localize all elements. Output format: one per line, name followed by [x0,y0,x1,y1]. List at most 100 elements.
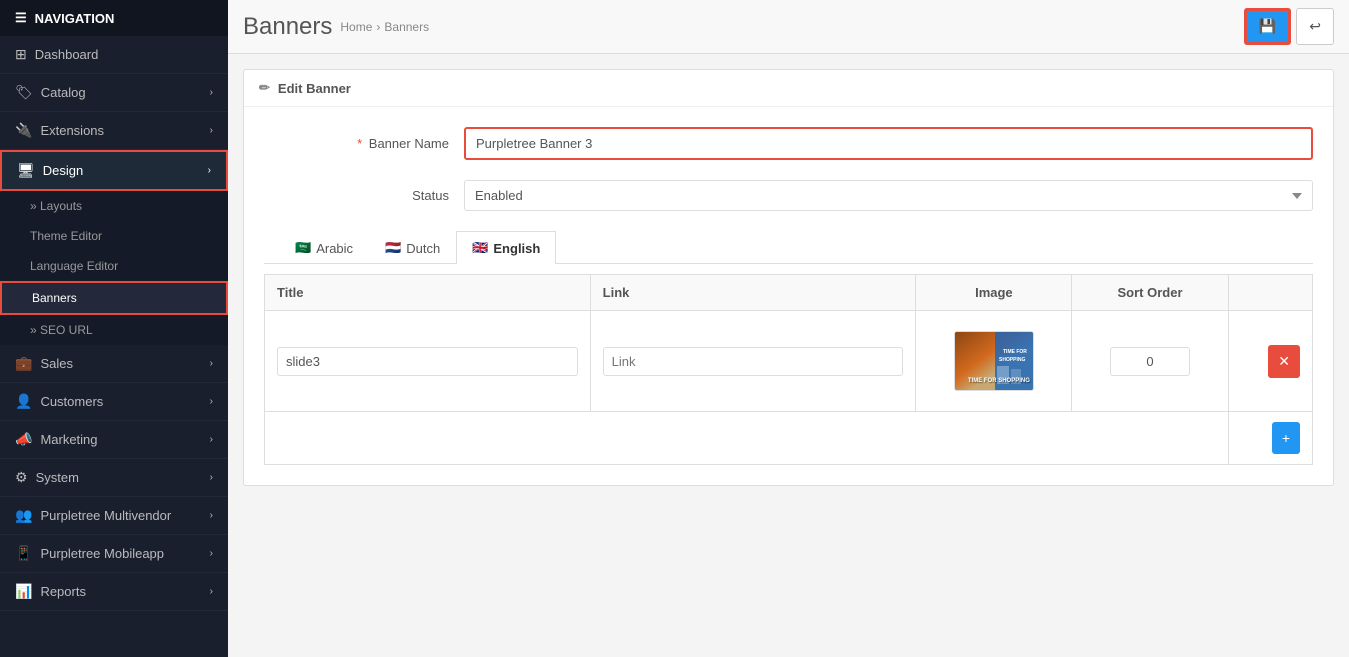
sidebar-sub-label: Theme Editor [30,229,102,243]
sidebar-item-label: Marketing [40,432,97,447]
sidebar-item-system[interactable]: ⚙ System › [0,459,228,497]
sidebar-item-purpletree-mobileapp[interactable]: 📱 Purpletree Mobileapp › [0,535,228,573]
sidebar-item-extensions[interactable]: 🔌 Extensions › [0,112,228,150]
banner-name-input[interactable] [464,127,1313,160]
col-image: Image [916,275,1072,311]
main-content: Banners Home › Banners 💾 ↩ ✏ Edit Banner [228,0,1349,657]
sidebar-sub-label: Banners [32,291,77,305]
chevron-right-icon: › [210,396,213,407]
empty-add-cell [265,412,1229,465]
col-actions [1228,275,1312,311]
svg-text:SHOPPING: SHOPPING [999,357,1026,363]
sidebar-item-label: Extensions [40,123,104,138]
sort-order-input[interactable] [1110,347,1190,376]
sidebar-item-banners[interactable]: Banners [0,281,228,315]
title-cell [265,311,591,412]
banner-name-label: * Banner Name [264,136,464,151]
sidebar-item-catalog[interactable]: 🏷 Catalog › [0,74,228,112]
chevron-right-icon: › [210,548,213,559]
sidebar-item-marketing[interactable]: 📣 Marketing › [0,421,228,459]
svg-text:TIME FOR: TIME FOR [1003,349,1027,355]
breadcrumb: Home › Banners [340,20,429,34]
save-button[interactable]: 💾 [1244,8,1291,45]
col-sort-order: Sort Order [1072,275,1228,311]
toolbar-actions: 💾 ↩ [1244,8,1334,45]
banner-name-group: * Banner Name [264,127,1313,160]
sidebar-sub-label: Language Editor [30,259,118,273]
sidebar-item-label: Purpletree Mobileapp [40,546,164,561]
sidebar-item-label: System [36,470,79,485]
sidebar-item-dashboard[interactable]: ⊞ Dashboard [0,36,228,74]
status-label: Status [264,188,464,203]
tab-dutch[interactable]: 🇳🇱 Dutch [369,231,456,264]
chevron-right-icon: › [210,472,213,483]
back-button[interactable]: ↩ [1296,8,1334,45]
page-title: Banners [243,13,332,41]
sidebar-sub-label: » SEO URL [30,323,93,337]
sort-order-cell [1072,311,1228,412]
mobileapp-icon: 📱 [15,545,32,562]
status-group: Status Enabled Disabled [264,180,1313,211]
extensions-icon: 🔌 [15,122,32,139]
breadcrumb-separator: › [376,20,380,34]
image-cell: TIME FOR SHOPPING [916,311,1072,412]
card-header: ✏ Edit Banner [244,70,1333,107]
page-title-area: Banners Home › Banners [243,13,429,41]
design-icon: 🖥 [17,162,35,179]
add-row: + [265,412,1313,465]
banners-table: Title Link Image Sort Order [264,274,1313,465]
sidebar-item-label: Customers [40,394,103,409]
sidebar-item-label: Design [43,163,83,178]
sidebar-item-customers[interactable]: 👤 Customers › [0,383,228,421]
required-star: * [357,136,362,151]
sidebar-item-sales[interactable]: 💼 Sales › [0,345,228,383]
table-row: TIME FOR SHOPPING [265,311,1313,412]
nav-header: ☰ NAVIGATION [0,0,228,36]
sidebar-item-layouts[interactable]: » Layouts [0,191,228,221]
title-input[interactable] [277,347,578,376]
sidebar-item-label: Sales [40,356,73,371]
sidebar-item-seo-url[interactable]: » SEO URL [0,315,228,345]
chevron-right-icon: › [210,87,213,98]
sidebar-item-purpletree-multivendor[interactable]: 👥 Purpletree Multivendor › [0,497,228,535]
reports-icon: 📊 [15,583,32,600]
sidebar-sub-label: » Layouts [30,199,82,213]
col-title: Title [265,275,591,311]
hamburger-icon: ☰ [15,10,27,26]
action-cell: ✕ [1228,311,1312,412]
status-select[interactable]: Enabled Disabled [464,180,1313,211]
arabic-flag-icon: 🇸🇦 [295,240,311,256]
delete-row-button[interactable]: ✕ [1268,345,1300,378]
sidebar: ☰ NAVIGATION ⊞ Dashboard 🏷 Catalog › 🔌 E… [0,0,228,657]
breadcrumb-home[interactable]: Home [340,20,372,34]
tab-english-label: English [493,241,540,256]
card-title: Edit Banner [278,81,351,96]
design-submenu: » Layouts Theme Editor Language Editor B… [0,191,228,345]
system-icon: ⚙ [15,469,28,486]
image-thumbnail[interactable]: TIME FOR SHOPPING [954,331,1034,391]
tab-english[interactable]: 🇬🇧 English [456,231,556,264]
link-input[interactable] [603,347,904,376]
card-body: * Banner Name Status Enabled Disabled [244,107,1333,485]
sidebar-item-design[interactable]: 🖥 Design › [0,150,228,191]
chevron-right-icon: › [210,358,213,369]
top-bar: Banners Home › Banners 💾 ↩ [228,0,1349,54]
marketing-icon: 📣 [15,431,32,448]
tab-arabic[interactable]: 🇸🇦 Arabic [279,231,369,264]
tab-arabic-label: Arabic [316,241,353,256]
sidebar-item-label: Reports [40,584,86,599]
add-row-button[interactable]: + [1272,422,1300,454]
nav-title: NAVIGATION [35,11,115,26]
sidebar-item-theme-editor[interactable]: Theme Editor [0,221,228,251]
english-flag-icon: 🇬🇧 [472,240,488,256]
sidebar-item-label: Purpletree Multivendor [40,508,171,523]
pencil-icon: ✏ [259,80,270,96]
content-area: ✏ Edit Banner * Banner Name Status Enabl… [228,54,1349,657]
col-link: Link [590,275,916,311]
dashboard-icon: ⊞ [15,46,27,63]
sidebar-item-language-editor[interactable]: Language Editor [0,251,228,281]
sidebar-item-reports[interactable]: 📊 Reports › [0,573,228,611]
language-tabs: 🇸🇦 Arabic 🇳🇱 Dutch 🇬🇧 English [264,231,1313,264]
sales-icon: 💼 [15,355,32,372]
chevron-right-icon: › [210,434,213,445]
